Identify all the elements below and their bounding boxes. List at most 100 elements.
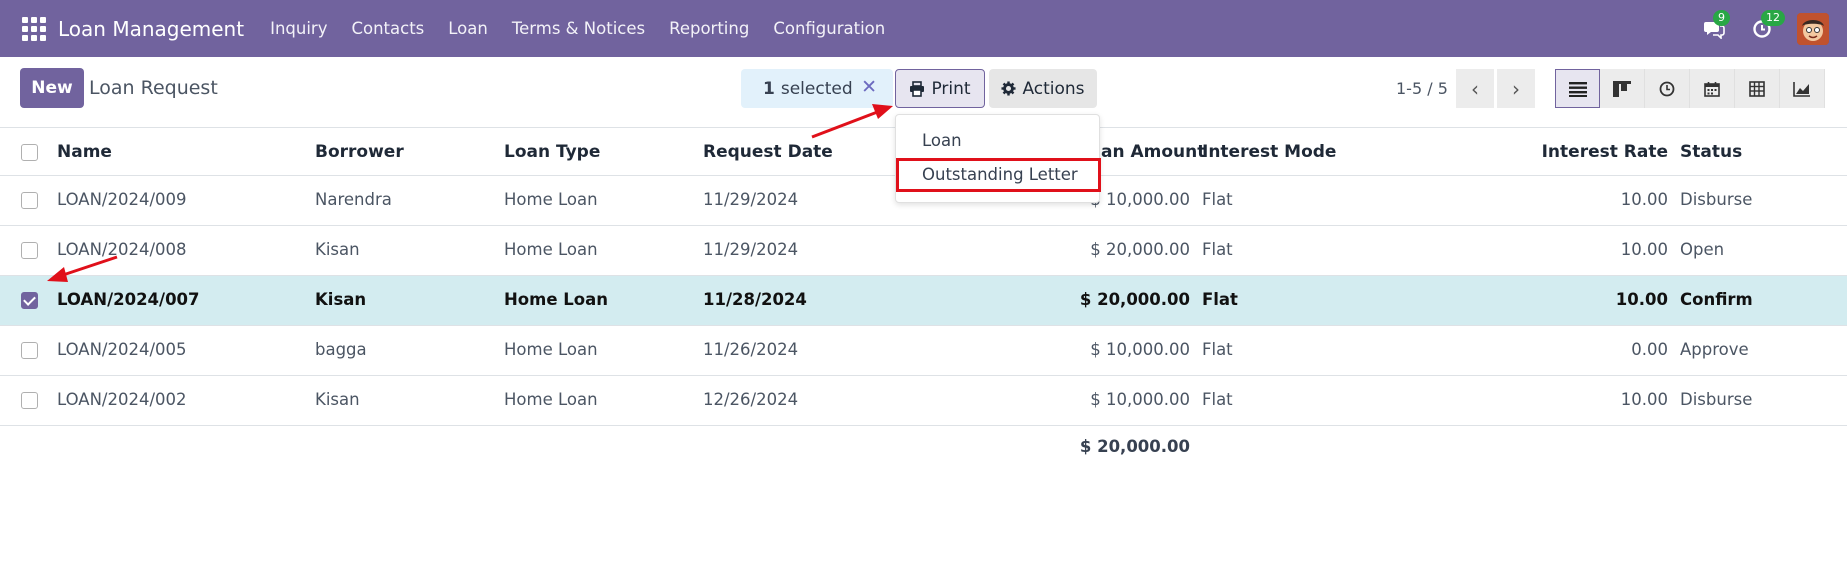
kanban-view-button[interactable] — [1600, 69, 1645, 108]
cell-borrower: Narendra — [315, 190, 392, 209]
row-checkbox[interactable] — [21, 242, 38, 259]
menu-configuration[interactable]: Configuration — [761, 0, 897, 57]
table-row[interactable]: LOAN/2024/005 bagga Home Loan 11/26/2024 $ 1… — [0, 326, 1847, 376]
list-icon — [1568, 81, 1587, 97]
pager-next-button[interactable]: › — [1497, 69, 1535, 108]
cell-loan-amount: $ 20,000.00 — [1090, 240, 1190, 259]
cell-loan-amount: $ 20,000.00 — [1079, 290, 1190, 309]
row-checkbox[interactable] — [21, 292, 38, 309]
actions-label: Actions — [1022, 78, 1085, 99]
pager-value[interactable]: 1-5 / 5 — [1396, 79, 1448, 98]
cell-interest-rate: 10.00 — [1615, 290, 1668, 309]
cell-loan-type: Home Loan — [504, 240, 598, 259]
chevron-left-icon: ‹ — [1471, 76, 1479, 101]
cell-loan-type: Home Loan — [504, 190, 598, 209]
pager-previous-button[interactable]: ‹ — [1456, 69, 1494, 108]
row-checkbox[interactable] — [21, 192, 38, 209]
selected-label: selected — [780, 78, 853, 99]
select-all-checkbox[interactable] — [21, 144, 38, 161]
menu-terms-notices[interactable]: Terms & Notices — [500, 0, 657, 57]
cell-name: LOAN/2024/005 — [57, 340, 187, 359]
activity-view-button[interactable] — [1645, 69, 1690, 108]
cell-interest-mode: Flat — [1202, 340, 1233, 359]
column-header-loan-amount[interactable]: an Amount — [1101, 142, 1205, 162]
cell-interest-rate: 10.00 — [1620, 390, 1668, 409]
cell-status: Open — [1680, 240, 1725, 259]
cell-loan-type: Home Loan — [504, 390, 598, 409]
gear-icon — [1001, 81, 1016, 96]
column-header-interest-rate[interactable]: Interest Rate — [1530, 142, 1668, 162]
column-header-interest-mode[interactable]: Interest Mode — [1202, 142, 1336, 162]
cell-loan-type: Home Loan — [504, 290, 609, 309]
pivot-icon — [1749, 80, 1765, 97]
row-checkbox[interactable] — [21, 392, 38, 409]
page-title[interactable]: Loan Request — [89, 77, 218, 99]
unselect-icon[interactable]: ✕ — [861, 76, 877, 98]
cell-name: LOAN/2024/008 — [57, 240, 187, 259]
printer-icon — [910, 80, 925, 97]
column-header-borrower[interactable]: Borrower — [315, 142, 404, 162]
cell-request-date: 11/29/2024 — [703, 190, 799, 209]
column-header-request-date[interactable]: Request Date — [703, 142, 833, 162]
table-row[interactable]: LOAN/2024/002 Kisan Home Loan 12/26/2024 $ 1… — [0, 376, 1847, 426]
cell-status: Disburse — [1680, 390, 1753, 409]
actions-button[interactable]: Actions — [989, 69, 1097, 108]
new-button[interactable]: New — [20, 68, 84, 108]
graph-view-button[interactable] — [1780, 69, 1825, 108]
menu-reporting[interactable]: Reporting — [657, 0, 761, 57]
cell-request-date: 11/29/2024 — [703, 240, 799, 259]
cell-name: LOAN/2024/009 — [57, 190, 187, 209]
cell-interest-mode: Flat — [1202, 240, 1233, 259]
calendar-view-button[interactable] — [1690, 69, 1735, 108]
menu-inquiry[interactable]: Inquiry — [258, 0, 339, 57]
print-label: Print — [931, 78, 971, 99]
column-header-loan-type[interactable]: Loan Type — [504, 142, 600, 162]
menu-contacts[interactable]: Contacts — [339, 0, 436, 57]
cell-name: LOAN/2024/007 — [57, 290, 200, 309]
cell-status: Approve — [1680, 340, 1749, 359]
chevron-right-icon: › — [1512, 76, 1520, 101]
cell-interest-rate: 0.00 — [1631, 340, 1668, 359]
activities-button[interactable]: 12 — [1749, 9, 1785, 42]
menu-loan[interactable]: Loan — [436, 0, 500, 57]
cell-interest-mode: Flat — [1202, 290, 1238, 309]
print-menu-item-outstanding-letter[interactable]: Outstanding Letter — [922, 165, 1078, 184]
view-switcher — [1555, 69, 1825, 108]
column-header-name[interactable]: Name — [57, 142, 112, 162]
row-checkbox[interactable] — [21, 342, 38, 359]
graph-icon — [1793, 81, 1810, 97]
cell-interest-mode: Flat — [1202, 390, 1233, 409]
cell-request-date: 11/26/2024 — [703, 340, 799, 359]
pivot-view-button[interactable] — [1735, 69, 1780, 108]
column-header-status[interactable]: Status — [1680, 142, 1742, 162]
top-navbar: Loan Management Inquiry Contacts Loan Te… — [0, 0, 1847, 57]
messages-badge: 9 — [1713, 9, 1730, 26]
kanban-icon — [1613, 80, 1631, 97]
cell-request-date: 12/26/2024 — [703, 390, 799, 409]
cell-loan-amount: $ 10,000.00 — [1090, 390, 1190, 409]
amount-total: $ 20,000.00 — [1079, 437, 1190, 456]
cell-interest-rate: 10.00 — [1620, 240, 1668, 259]
cell-status: Confirm — [1680, 290, 1753, 309]
app-brand[interactable]: Loan Management — [58, 17, 244, 41]
calendar-icon — [1704, 81, 1720, 97]
print-menu-item-loan[interactable]: Loan — [922, 131, 962, 150]
table-row[interactable]: LOAN/2024/008 Kisan Home Loan 11/29/2024 $ 2… — [0, 226, 1847, 276]
list-view-button[interactable] — [1555, 69, 1600, 108]
messages-button[interactable]: 9 — [1701, 9, 1730, 42]
user-avatar[interactable] — [1797, 12, 1829, 45]
print-button[interactable]: Print — [895, 69, 985, 108]
cell-name: LOAN/2024/002 — [57, 390, 187, 409]
cell-borrower: Kisan — [315, 240, 360, 259]
cell-request-date: 11/28/2024 — [703, 290, 807, 309]
cell-loan-type: Home Loan — [504, 340, 598, 359]
print-dropdown-menu: Loan Outstanding Letter — [895, 114, 1101, 203]
apps-menu-icon[interactable] — [18, 13, 50, 45]
table-row[interactable]: LOAN/2024/007 Kisan Home Loan 11/28/2024 $ 2… — [0, 276, 1847, 326]
cell-borrower: bagga — [315, 340, 367, 359]
selected-count: 1 — [763, 78, 775, 99]
activities-badge: 12 — [1761, 9, 1785, 26]
selection-indicator: 1 selected ✕ — [741, 69, 893, 108]
cell-status: Disburse — [1680, 190, 1753, 209]
cell-interest-rate: 10.00 — [1620, 190, 1668, 209]
